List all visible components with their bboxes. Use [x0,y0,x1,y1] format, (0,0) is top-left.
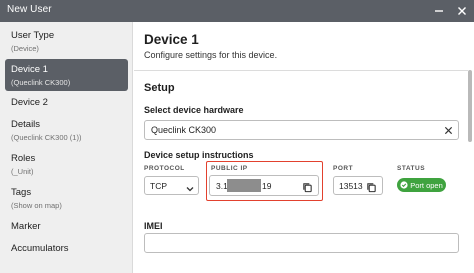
sidebar-item-device-1[interactable]: Device 1 (Queclink CK300) [5,59,128,91]
port-column-label: PORT [333,165,354,172]
status-text: Port open [410,180,443,190]
sidebar: User Type (Device) Device 1 (Queclink CK… [0,22,133,273]
redacted-ip-block [227,179,261,192]
sidebar-item-label: Tags [11,187,32,198]
sidebar-item-user-type[interactable]: User Type (Device) [5,29,128,55]
window-title: New User [7,4,52,15]
imei-label: IMEI [144,221,163,231]
setup-section-title: Setup [144,82,175,94]
sidebar-item-accumulators[interactable]: Accumulators [5,243,128,258]
imei-field[interactable] [144,233,459,253]
page-title: Device 1 [144,32,199,47]
check-icon [400,181,408,189]
sidebar-item-tags[interactable]: Tags (Show on map) [5,187,128,213]
sidebar-item-label: Roles [11,153,36,164]
status-column-label: STATUS [397,165,426,172]
sidebar-item-sublabel: (Device) [11,44,39,53]
port-value: 13513 [339,181,363,191]
protocol-value: TCP [150,181,167,191]
copy-icon[interactable] [302,180,313,193]
copy-icon[interactable] [366,180,377,193]
sidebar-item-label: Details [11,119,41,130]
scrollbar[interactable] [468,70,472,142]
close-icon[interactable] [454,2,470,19]
hardware-label: Select device hardware [144,105,244,115]
setup-instructions-label: Device setup instructions [144,150,254,160]
hardware-select[interactable]: Queclink CK300 [144,120,459,140]
sidebar-item-roles[interactable]: Roles (_Unit) [5,153,128,179]
sidebar-item-label: User Type [11,30,55,41]
sidebar-item-details[interactable]: Details (Queclink CK300 (1)) [5,119,128,145]
sidebar-item-label: Device 1 [11,64,48,75]
status-badge: Port open [397,178,446,192]
sidebar-item-sublabel: (Show on map) [11,201,62,210]
port-field[interactable]: 13513 [333,176,383,195]
hardware-select-value: Queclink CK300 [151,125,217,135]
public-ip-suffix: 19 [262,181,272,191]
main-content: Device 1 Configure settings for this dev… [134,22,474,273]
sidebar-item-device-2[interactable]: Device 2 [5,97,128,112]
window-titlebar: New User [0,0,474,22]
chevron-down-icon [185,181,195,192]
sidebar-item-label: Device 2 [11,97,48,108]
page-subtitle: Configure settings for this device. [144,50,278,60]
sidebar-item-label: Accumulators [11,243,69,254]
sidebar-item-sublabel: (_Unit) [11,167,34,176]
divider [134,70,468,71]
sidebar-item-sublabel: (Queclink CK300 (1)) [11,133,82,142]
clear-icon[interactable] [441,123,455,137]
minimize-icon[interactable] [431,2,447,19]
public-ip-field[interactable]: 3.1 19 [209,175,319,196]
protocol-select[interactable]: TCP [144,176,199,195]
sidebar-item-label: Marker [11,221,41,232]
sidebar-item-marker[interactable]: Marker [5,221,128,236]
protocol-column-label: PROTOCOL [144,165,185,172]
sidebar-item-sublabel: (Queclink CK300) [11,78,71,87]
